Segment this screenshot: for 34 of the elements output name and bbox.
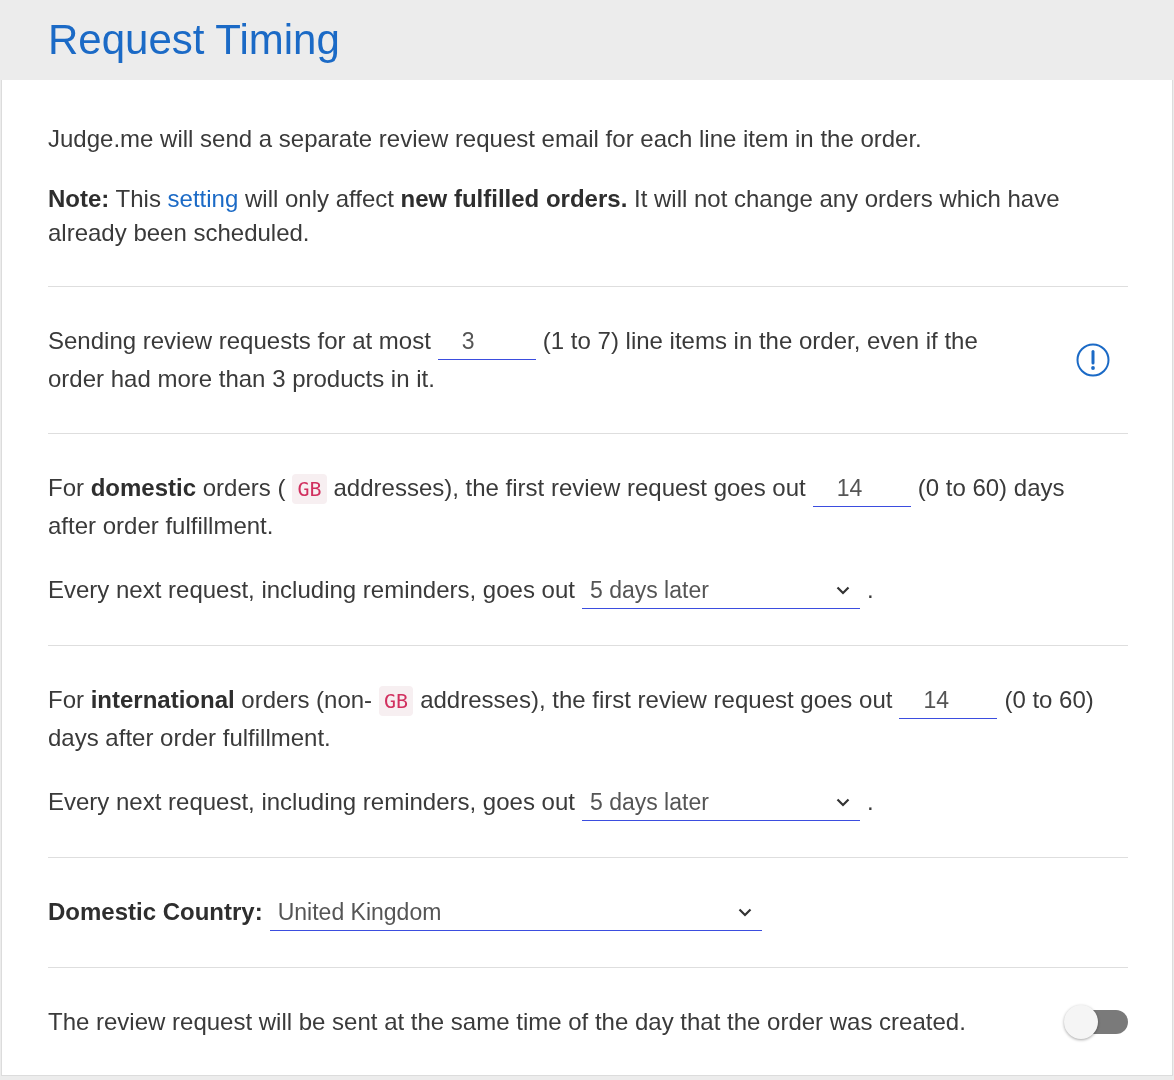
dropdown-select[interactable]: 5 days later (581, 785, 860, 821)
description-text: Every next request, including reminders, goes out (48, 575, 575, 605)
description-text: The review request will be sent at the same time of the day that the order was created. (48, 1007, 966, 1037)
description-text: (1 to 7) line items in the order, even if the (542, 326, 978, 356)
description-text: addresses), the first review request goes out (333, 473, 806, 503)
dropdown-select[interactable]: 5 days later (581, 573, 860, 609)
field-label: Domestic Country: (48, 897, 263, 927)
country-code: GB (292, 474, 327, 504)
description-text: Every next request, including reminders, goes out (48, 787, 575, 817)
info-icon[interactable] (1076, 342, 1110, 377)
country-code: GB (379, 686, 414, 716)
description-text: . (866, 787, 874, 817)
chevron-down-icon (835, 798, 850, 807)
number-input[interactable]: 14 (812, 471, 911, 507)
page-title: Request Timing (48, 15, 340, 65)
number-input[interactable]: 14 (899, 683, 998, 719)
note-text: Note: This setting will only affect new fulfilled orders. It will not change any orders which have already been scheduled. (48, 184, 1061, 248)
number-input[interactable]: 3 (437, 324, 536, 360)
description-text: For domestic orders ( (48, 473, 286, 503)
description-text: (0 to 60) (1004, 685, 1094, 715)
chevron-down-icon (737, 908, 752, 917)
dropdown-select[interactable]: United Kingdom (269, 895, 762, 931)
description-text: Sending review requests for at most (48, 326, 431, 356)
intro-text: Judge.me will send a separate review request email for each line item in the order. (48, 124, 923, 154)
setting-link[interactable]: setting (167, 185, 239, 212)
description-text: . (866, 575, 874, 605)
description-text: order had more than 3 products in it. (48, 364, 435, 394)
description-text: For international orders (non- (48, 685, 373, 715)
description-text: after order fulfillment. (48, 511, 274, 541)
chevron-down-icon (835, 586, 850, 595)
description-text: days after order fulfillment. (48, 723, 331, 753)
toggle-switch[interactable] (1064, 1004, 1128, 1039)
description-text: addresses), the first review request goes out (420, 685, 893, 715)
description-text: (0 to 60) days (917, 473, 1065, 503)
